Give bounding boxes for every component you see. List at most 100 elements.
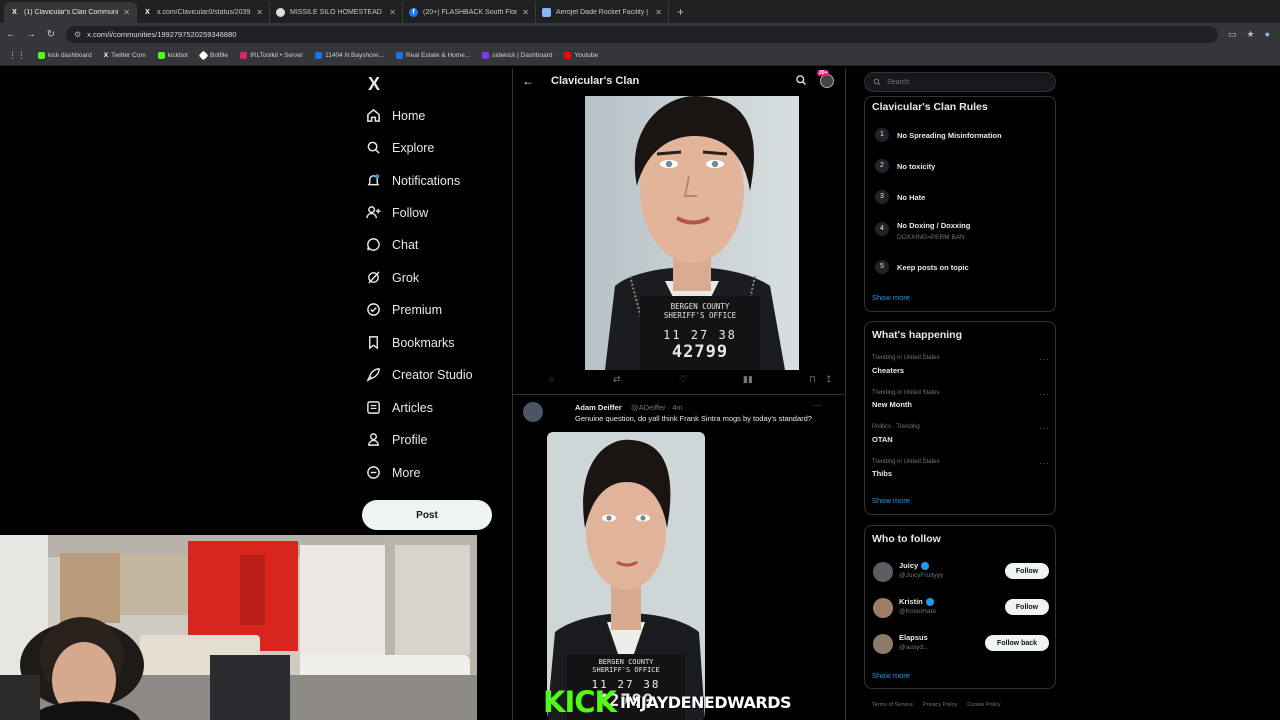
nav-premium[interactable]: Premium (366, 302, 442, 317)
rule-text[interactable]: No Spreading Misinformation (897, 131, 1002, 140)
search-input[interactable]: Search (864, 72, 1056, 92)
site-info-icon[interactable]: ⚙ (74, 30, 81, 39)
who-to-follow-card: Who to follow Juicy @JuicyFruityyy Follo… (864, 525, 1056, 689)
user-name[interactable]: Kristin (899, 597, 934, 606)
post-image[interactable]: BERGEN COUNTY SHERIFF'S OFFICE 11 27 38 … (585, 96, 799, 370)
user-name[interactable]: Juicy (899, 561, 930, 570)
bookmark-item[interactable]: Youtube (564, 52, 598, 59)
globe-icon (276, 8, 285, 17)
bookmark-icon[interactable]: ⊓ (809, 374, 816, 385)
bookmark-item[interactable]: Botfile (198, 50, 228, 61)
trend-item[interactable]: Cheaters (872, 366, 904, 375)
new-tab-button[interactable]: + (669, 2, 692, 23)
bookmark-item[interactable]: kickbot (157, 52, 188, 59)
rule-text[interactable]: Keep posts on topic (897, 263, 969, 272)
follow-button[interactable]: Follow (1005, 563, 1049, 579)
post-image[interactable]: BERGEN COUNTY SHERIFF'S OFFICE 11 27 38 … (547, 432, 705, 720)
nav-creator-studio[interactable]: Creator Studio (366, 367, 473, 382)
more-options-icon[interactable]: ··· (1039, 459, 1050, 468)
bookmark-item[interactable]: IRLToolkit • Server (240, 52, 303, 59)
footer-link[interactable]: Cookie Policy (967, 702, 1000, 708)
nav-bookmarks[interactable]: Bookmarks (366, 335, 455, 350)
search-icon (367, 141, 380, 154)
rule-text[interactable]: No Hate (897, 193, 925, 202)
trend-item[interactable]: New Month (872, 400, 912, 409)
trend-item[interactable]: OTAN (872, 435, 893, 444)
rule-text[interactable]: No toxicity (897, 162, 935, 171)
bookmark-favicon (240, 52, 248, 59)
back-arrow-icon[interactable]: ← (522, 74, 534, 88)
browser-tab[interactable]: f (20+) FLASHBACK South Florid ✕ (403, 2, 536, 23)
more-options-icon[interactable]: ··· (1039, 424, 1050, 433)
bookmark-star-icon[interactable]: ★ (1246, 29, 1254, 40)
profile-icon[interactable]: ● (1265, 29, 1270, 40)
back-arrow-icon[interactable]: ← (6, 29, 16, 40)
footer-link[interactable]: Terms of Service (872, 702, 913, 708)
avatar[interactable] (873, 562, 893, 582)
close-tab-icon[interactable]: ✕ (256, 8, 263, 17)
reply-icon[interactable]: ○ (549, 374, 554, 384)
bookmark-item[interactable]: Real Estate & Home... (395, 52, 470, 59)
close-tab-icon[interactable]: ✕ (389, 8, 396, 17)
nav-home[interactable]: Home (366, 108, 425, 123)
follow-button[interactable]: Follow (1005, 599, 1049, 615)
author-handle[interactable]: @ADeiffer · 4m (631, 403, 683, 412)
browser-tab[interactable]: X x.com/Clavicular0/status/2039 ✕ (137, 2, 270, 23)
close-tab-icon[interactable]: ✕ (123, 8, 130, 17)
nav-notifications[interactable]: Notifications (366, 173, 460, 188)
x-logo-icon[interactable]: X (368, 74, 380, 95)
browser-tab[interactable]: MISSILE SILO HOMESTEAD - G ✕ (270, 2, 403, 23)
footer-link[interactable]: Privacy Policy (923, 702, 957, 708)
nav-explore[interactable]: Explore (366, 140, 434, 155)
browser-tab[interactable]: Aerojet Dade Rocket Facility | ✕ (536, 2, 669, 23)
placard-line: BERGEN COUNTY (670, 302, 730, 311)
close-tab-icon[interactable]: ✕ (655, 8, 662, 17)
apps-grid-icon[interactable]: ⋮⋮ (8, 50, 26, 61)
follow-back-button[interactable]: Follow back (985, 635, 1049, 651)
rule-number: 2 (875, 159, 889, 173)
article-icon (367, 401, 380, 414)
account-avatar[interactable] (820, 74, 834, 88)
show-more-link[interactable]: Show more (872, 671, 910, 680)
nav-grok[interactable]: Grok (366, 270, 419, 285)
more-options-icon[interactable]: ··· (1039, 355, 1050, 364)
post-button[interactable]: Post (362, 500, 492, 530)
bookmark-item[interactable]: kick dashboard (38, 52, 92, 59)
url-input[interactable]: ⚙ x.com/i/communities/199279752025934688… (66, 26, 1218, 43)
nav-more[interactable]: More (366, 465, 420, 480)
share-icon[interactable]: ↥ (825, 374, 833, 385)
nav-label: More (392, 465, 421, 480)
bookmark-item[interactable]: X Twitter Com (104, 52, 146, 59)
views-icon[interactable]: ▮▮ (743, 374, 753, 385)
avatar[interactable] (873, 634, 893, 654)
tweet-text: Genuine question, do yall think Frank Si… (575, 414, 812, 423)
user-name[interactable]: Elapsus (899, 633, 928, 642)
tab-title: Aerojet Dade Rocket Facility | (556, 9, 649, 16)
like-icon[interactable]: ♡ (679, 374, 687, 385)
repost-icon[interactable]: ⇄ (613, 374, 621, 385)
author-name[interactable]: Adam Deiffer (575, 403, 622, 412)
nav-chat[interactable]: Chat (366, 237, 418, 252)
trend-item[interactable]: Thibs (872, 469, 892, 478)
more-options-icon[interactable]: ··· (1039, 390, 1050, 399)
forward-arrow-icon[interactable]: → (26, 29, 36, 40)
show-more-link[interactable]: Show more (872, 496, 910, 505)
avatar[interactable] (873, 598, 893, 618)
search-icon[interactable] (795, 74, 807, 86)
bookmark-item[interactable]: 11404 N Bayshore... (315, 52, 384, 59)
nav-follow[interactable]: Follow (366, 205, 428, 220)
nav-profile[interactable]: Profile (366, 432, 427, 447)
cast-icon[interactable]: ▭ (1228, 29, 1237, 40)
show-more-link[interactable]: Show more (872, 293, 910, 302)
nav-articles[interactable]: Articles (366, 400, 433, 415)
more-options-icon[interactable]: ⋯ (813, 401, 821, 410)
bookmark-icon (369, 336, 378, 350)
rule-text[interactable]: No Doxing / Doxxing (897, 221, 970, 230)
browser-tab[interactable]: X (1) Clavicular's Clan Communit ✕ (4, 2, 137, 23)
doc-icon (542, 8, 551, 17)
avatar[interactable] (523, 402, 543, 422)
close-tab-icon[interactable]: ✕ (522, 8, 529, 17)
placard-number: 42799 (671, 342, 729, 362)
bookmark-item[interactable]: sidekick | Dashboard (482, 52, 552, 59)
reload-icon[interactable]: ↻ (46, 29, 56, 40)
